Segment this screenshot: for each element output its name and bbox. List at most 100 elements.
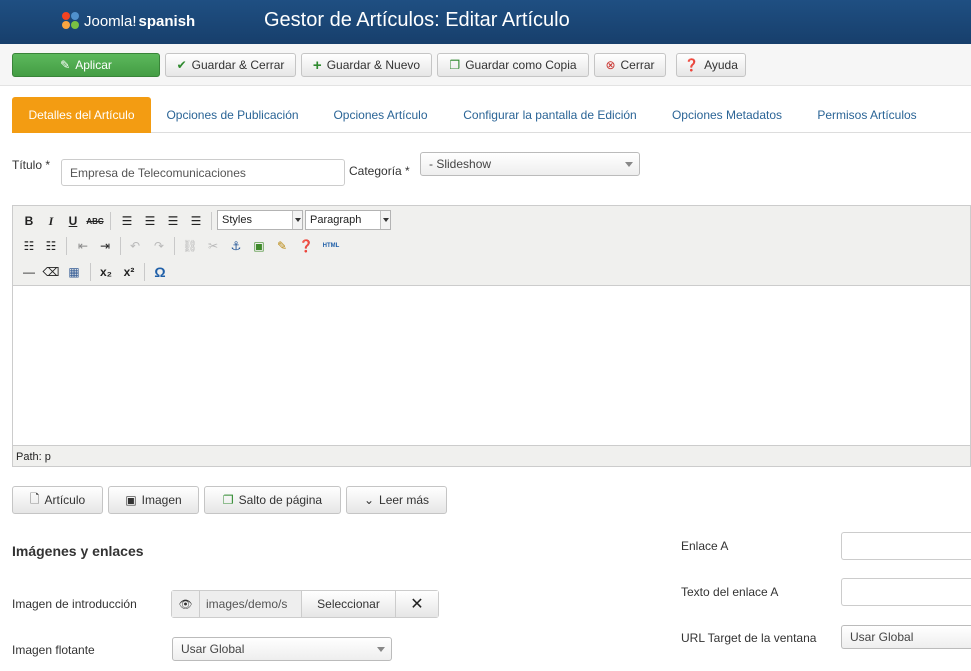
help-button[interactable]: ❓ Ayuda — [676, 53, 746, 77]
logo-suffix: spanish — [138, 12, 196, 30]
insert-image-icon[interactable]: ▣ — [249, 236, 269, 256]
html-source-icon[interactable]: HTML — [318, 236, 344, 256]
align-justify-icon[interactable]: ☰ — [186, 211, 206, 231]
apply-label: Aplicar — [75, 58, 112, 72]
special-char-icon[interactable]: Ω — [150, 262, 170, 282]
close-button[interactable]: ⊗ Cerrar — [594, 53, 666, 77]
table-icon[interactable]: ▦ — [64, 262, 84, 282]
joomla-logo-icon — [62, 12, 80, 30]
category-select[interactable]: - Slideshow — [420, 152, 640, 176]
intro-image-label: Imagen de introducción — [12, 597, 137, 611]
readmore-label: Leer más — [379, 493, 430, 507]
numbered-list-icon[interactable]: ☷ — [41, 236, 61, 256]
category-value: - Slideshow — [429, 157, 492, 171]
url-target-label: URL Target de la ventana — [681, 631, 817, 645]
float-image-value: Usar Global — [181, 642, 245, 656]
eye-icon[interactable]: 👁 — [172, 591, 200, 617]
link-a-text-label: Texto del enlace A — [681, 585, 779, 599]
italic-icon[interactable]: I — [41, 211, 61, 231]
eraser-icon[interactable]: ⌫ — [41, 262, 61, 282]
save-copy-label: Guardar como Copia — [465, 58, 577, 72]
copy-icon: ❐ — [449, 58, 461, 72]
chevron-down-icon: ⌄ — [363, 493, 375, 507]
readmore-button[interactable]: ⌄ Leer más — [346, 486, 447, 514]
strikethrough-icon[interactable]: ABC — [85, 211, 105, 231]
subscript-icon[interactable]: x₂ — [96, 262, 116, 282]
bold-icon[interactable]: B — [19, 211, 39, 231]
format-select[interactable]: Paragraph — [305, 210, 391, 230]
chevron-down-icon — [377, 647, 385, 652]
link-icon[interactable]: ⛓ — [180, 236, 200, 256]
bullet-list-icon[interactable]: ☷ — [19, 236, 39, 256]
save-new-button[interactable]: + Guardar & Nuevo — [301, 53, 432, 77]
apply-button[interactable]: ✎ Aplicar — [12, 53, 160, 77]
select-image-button[interactable]: Seleccionar — [302, 591, 396, 617]
picture-icon: ▣ — [125, 493, 137, 507]
edit-icon: ✎ — [60, 58, 71, 72]
editor-content-area[interactable] — [13, 287, 970, 446]
save-close-label: Guardar & Cerrar — [191, 58, 285, 72]
joomla-logo[interactable]: Joomla! spanish — [62, 10, 195, 32]
close-label: Cerrar — [620, 58, 655, 72]
link-a-input[interactable] — [841, 532, 971, 560]
horizontal-rule-icon[interactable]: — — [19, 262, 39, 282]
undo-icon[interactable]: ↶ — [125, 236, 145, 256]
intro-image-path: images/demo/s — [200, 591, 302, 617]
styles-select-label: Styles — [222, 214, 252, 226]
align-left-icon[interactable]: ☰ — [117, 211, 137, 231]
tab-publishing[interactable]: Opciones de Publicación — [160, 97, 305, 133]
tab-edit-screen[interactable]: Configurar la pantalla de Edición — [454, 97, 646, 133]
anchor-icon[interactable]: ⚓ — [226, 236, 246, 256]
editor-path-bar: Path: p — [13, 445, 970, 466]
help-circle-icon[interactable]: ❓ — [296, 236, 316, 256]
category-label: Categoría * — [349, 164, 410, 178]
tab-permissions[interactable]: Permisos Artículos — [809, 97, 925, 133]
unlink-icon[interactable]: ✂ — [203, 236, 223, 256]
save-new-label: Guardar & Nuevo — [326, 58, 421, 72]
chevron-down-icon — [292, 211, 302, 229]
align-center-icon[interactable]: ☰ — [140, 211, 160, 231]
insert-image-button[interactable]: ▣ Imagen — [108, 486, 199, 514]
tab-details[interactable]: Detalles del Artículo — [12, 97, 151, 133]
float-image-select[interactable]: Usar Global — [172, 637, 392, 661]
save-close-button[interactable]: ✔ Guardar & Cerrar — [165, 53, 296, 77]
insert-article-button[interactable]: 🗋 Artículo — [12, 486, 103, 514]
format-select-label: Paragraph — [310, 214, 362, 226]
underline-icon[interactable]: U — [63, 211, 83, 231]
cancel-circle-icon: ⊗ — [605, 58, 616, 72]
save-copy-button[interactable]: ❐ Guardar como Copia — [437, 53, 589, 77]
chevron-down-icon — [625, 162, 633, 167]
superscript-icon[interactable]: x² — [119, 262, 139, 282]
app-header: Joomla! spanish Gestor de Artículos: Edi… — [0, 0, 971, 44]
indent-icon[interactable]: ⇥ — [95, 236, 115, 256]
pagebreak-button[interactable]: ❐ Salto de página — [204, 486, 341, 514]
title-label: Título * — [12, 158, 51, 172]
redo-icon[interactable]: ↷ — [149, 236, 169, 256]
insert-article-label: Artículo — [44, 493, 86, 507]
copy-icon: ❐ — [222, 493, 234, 507]
clear-image-icon[interactable]: ✕ — [396, 591, 438, 617]
float-image-label: Imagen flotante — [12, 643, 95, 657]
check-icon: ✔ — [176, 58, 187, 72]
tab-metadata[interactable]: Opciones Metadatos — [666, 97, 788, 133]
article-tabs: Detalles del Artículo Opciones de Public… — [12, 97, 971, 133]
cleanup-icon[interactable]: ✎ — [272, 236, 292, 256]
pagebreak-label: Salto de página — [238, 493, 323, 507]
intro-image-field: 👁 images/demo/s Seleccionar ✕ — [171, 590, 439, 618]
align-right-icon[interactable]: ☰ — [163, 211, 183, 231]
images-links-heading: Imágenes y enlaces — [12, 543, 144, 559]
help-label: Ayuda — [704, 58, 738, 72]
question-icon: ❓ — [684, 58, 700, 72]
title-input[interactable]: Empresa de Telecomunicaciones — [61, 159, 345, 186]
link-a-text-input[interactable] — [841, 578, 971, 606]
editor-toolbar: B I U ABC ☰ ☰ ☰ ☰ Styles Paragraph ☷ ☷ ⇤… — [13, 206, 970, 286]
styles-select[interactable]: Styles — [217, 210, 303, 230]
action-toolbar: ✎ Aplicar ✔ Guardar & Cerrar + Guardar &… — [0, 44, 971, 86]
page-title: Gestor de Artículos: Editar Artículo — [264, 9, 570, 31]
url-target-value: Usar Global — [850, 630, 914, 644]
link-a-label: Enlace A — [681, 539, 729, 553]
tab-article-options[interactable]: Opciones Artículo — [324, 97, 437, 133]
plus-icon: + — [312, 56, 322, 74]
outdent-icon[interactable]: ⇤ — [73, 236, 93, 256]
url-target-select[interactable]: Usar Global — [841, 625, 971, 649]
